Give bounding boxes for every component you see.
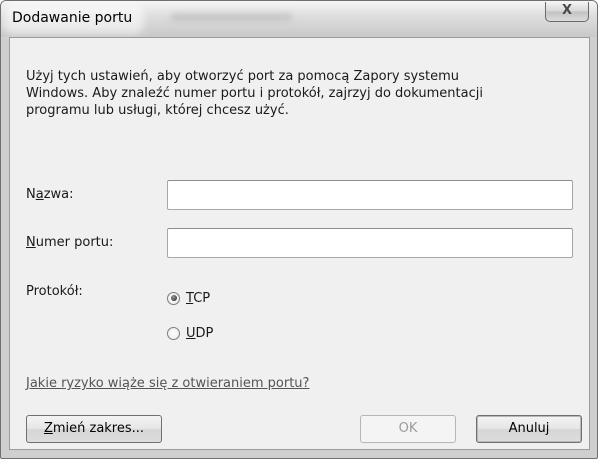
change-scope-button[interactable]: Zmień zakres... — [26, 415, 162, 443]
dialog-window: Dodawanie portu X Użyj tych ustawień, ab… — [0, 0, 598, 459]
name-label: Nazwa: — [26, 187, 74, 202]
radio-udp[interactable]: UDP — [167, 324, 213, 342]
name-input[interactable] — [167, 180, 573, 210]
protocol-label: Protokół: — [26, 284, 83, 299]
port-risk-help-link[interactable]: Jakie ryzyko wiąże się z otwieraniem por… — [26, 376, 309, 391]
radio-udp-button[interactable] — [167, 326, 180, 340]
ok-button[interactable]: OK — [360, 415, 456, 443]
dialog-client-area: Użyj tych ustawień, aby otworzyć port za… — [9, 37, 590, 450]
window-title: Dodawanie portu — [10, 10, 139, 28]
port-number-input[interactable] — [167, 228, 573, 258]
cancel-button[interactable]: Anuluj — [476, 415, 582, 443]
close-button[interactable]: X — [545, 2, 589, 22]
port-label-mnemonic: N — [26, 235, 36, 250]
radio-tcp-label[interactable]: TCP — [186, 291, 210, 306]
title-bar[interactable]: Dodawanie portu X — [1, 1, 597, 37]
title-bar-glass-blur — [171, 13, 291, 21]
close-icon: X — [561, 3, 573, 18]
radio-udp-label[interactable]: UDP — [186, 326, 213, 341]
radio-tcp[interactable]: TCP — [167, 289, 210, 307]
radio-tcp-button[interactable] — [167, 291, 180, 305]
description-text: Użyj tych ustawień, aby otworzyć port za… — [26, 69, 483, 118]
port-number-label: Numer portu: — [26, 235, 114, 250]
name-label-mnemonic: a — [35, 187, 44, 202]
